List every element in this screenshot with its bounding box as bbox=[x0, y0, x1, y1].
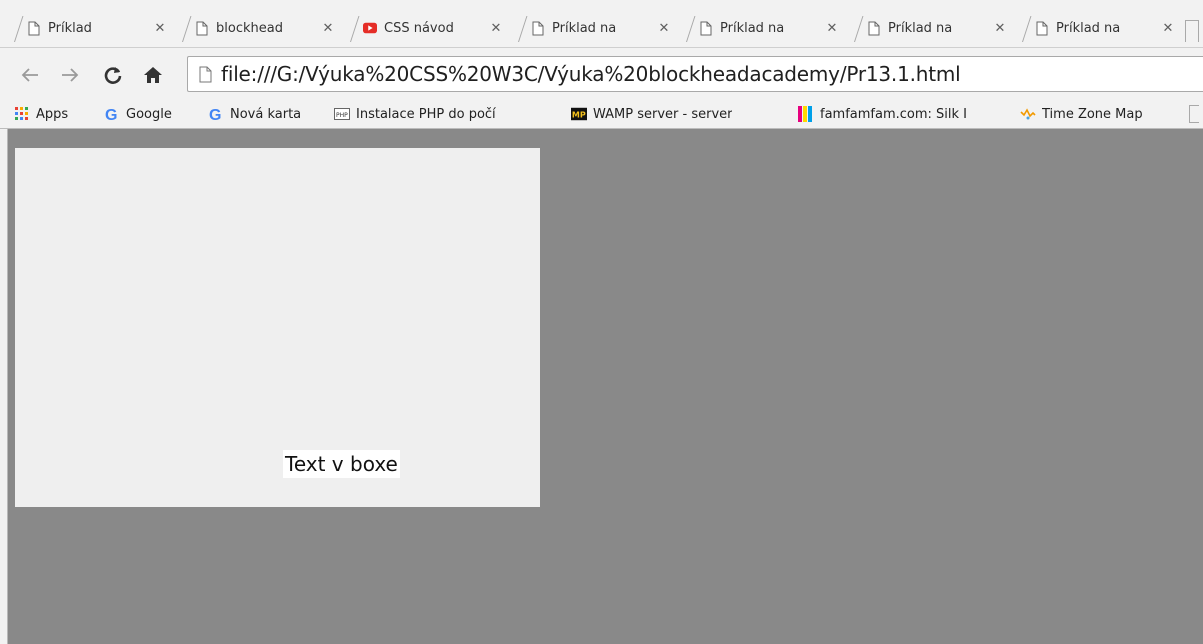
close-icon[interactable]: ✕ bbox=[992, 21, 1008, 36]
close-icon[interactable]: ✕ bbox=[1160, 21, 1176, 36]
url-text[interactable]: file:///G:/Výuka%20CSS%20W3C/Výuka%20blo… bbox=[221, 62, 961, 86]
youtube-icon bbox=[363, 20, 377, 36]
back-arrow-icon bbox=[21, 68, 38, 82]
tab-title: Príklad na bbox=[552, 20, 617, 36]
bookmark-google[interactable]: G Google bbox=[104, 102, 200, 126]
bookmark-label: Time Zone Map bbox=[1042, 106, 1143, 122]
bookmark-label: Apps bbox=[36, 106, 69, 122]
reload-icon bbox=[104, 67, 122, 84]
timezone-icon bbox=[1020, 106, 1036, 122]
bookmark-label: Instalace PHP do počí bbox=[356, 106, 496, 122]
bookmark-instalace-php[interactable]: PHP Instalace PHP do počí bbox=[334, 102, 560, 126]
tab-6[interactable]: Príklad na ✕ bbox=[848, 14, 1016, 42]
bookmark-time-zone-map[interactable]: Time Zone Map bbox=[1020, 102, 1182, 126]
svg-text:G: G bbox=[105, 107, 117, 122]
bookmark-label: famfamfam.com: Silk I bbox=[820, 106, 967, 122]
famfamfam-icon bbox=[798, 106, 814, 122]
forward-button[interactable] bbox=[58, 63, 82, 87]
tab-strip: Príklad ✕ blockhead ✕ CSS návod ✕ Príkla… bbox=[0, 0, 1203, 47]
tab-1[interactable]: Príklad ✕ bbox=[8, 14, 176, 42]
tab-3[interactable]: CSS návod ✕ bbox=[344, 14, 512, 42]
bookmark-wamp[interactable]: MP WAMP server - server bbox=[571, 102, 781, 126]
home-icon bbox=[144, 67, 162, 83]
close-icon[interactable]: ✕ bbox=[656, 21, 672, 36]
tab-title: CSS návod bbox=[384, 20, 454, 36]
home-button[interactable] bbox=[141, 63, 165, 87]
bookmarks-bar: Apps G Google G Nová karta PHP Instalace… bbox=[0, 99, 1203, 129]
back-button[interactable] bbox=[18, 63, 42, 87]
reload-button[interactable] bbox=[101, 63, 125, 87]
tab-title: blockhead bbox=[216, 20, 283, 36]
tab-2[interactable]: blockhead ✕ bbox=[176, 14, 344, 42]
page-icon bbox=[867, 20, 881, 36]
bookmark-apps[interactable]: Apps bbox=[14, 102, 94, 126]
forward-arrow-icon bbox=[62, 68, 79, 82]
tab-title: Príklad bbox=[48, 20, 92, 36]
page-viewport: Text v boxe bbox=[8, 130, 1203, 644]
bookmark-nova-karta[interactable]: G Nová karta bbox=[208, 102, 328, 126]
google-icon: G bbox=[104, 106, 120, 122]
close-icon[interactable]: ✕ bbox=[824, 21, 840, 36]
mp-icon: MP bbox=[571, 106, 587, 122]
svg-text:PHP: PHP bbox=[336, 112, 348, 119]
box-text: Text v boxe bbox=[283, 450, 400, 478]
page-icon bbox=[27, 20, 41, 36]
tab-4[interactable]: Príklad na ✕ bbox=[512, 14, 680, 42]
svg-text:MP: MP bbox=[572, 111, 586, 120]
bookmark-label: WAMP server - server bbox=[593, 106, 733, 122]
page-icon bbox=[699, 20, 713, 36]
close-icon[interactable]: ✕ bbox=[320, 21, 336, 36]
toolbar: file:///G:/Výuka%20CSS%20W3C/Výuka%20blo… bbox=[0, 47, 1203, 99]
address-bar[interactable]: file:///G:/Výuka%20CSS%20W3C/Výuka%20blo… bbox=[187, 56, 1203, 92]
close-icon[interactable]: ✕ bbox=[488, 21, 504, 36]
svg-text:G: G bbox=[209, 107, 221, 122]
content-box: Text v boxe bbox=[15, 148, 540, 507]
google-icon: G bbox=[208, 106, 224, 122]
bookmarks-overflow[interactable] bbox=[1189, 105, 1199, 123]
apps-grid-icon bbox=[14, 106, 30, 122]
php-icon: PHP bbox=[334, 106, 350, 122]
tab-title: Príklad na bbox=[720, 20, 785, 36]
page-icon bbox=[195, 20, 209, 36]
bookmark-famfamfam[interactable]: famfamfam.com: Silk I bbox=[798, 102, 1006, 126]
bookmark-label: Nová karta bbox=[230, 106, 302, 122]
new-tab-button[interactable] bbox=[1185, 20, 1199, 42]
tab-5[interactable]: Príklad na ✕ bbox=[680, 14, 848, 42]
tab-title: Príklad na bbox=[888, 20, 953, 36]
page-icon bbox=[1035, 20, 1049, 36]
tab-title: Príklad na bbox=[1056, 20, 1121, 36]
tab-7[interactable]: Príklad na ✕ bbox=[1016, 14, 1184, 42]
page-icon bbox=[199, 66, 217, 83]
bookmark-label: Google bbox=[126, 106, 172, 122]
close-icon[interactable]: ✕ bbox=[152, 21, 168, 36]
page-icon bbox=[531, 20, 545, 36]
